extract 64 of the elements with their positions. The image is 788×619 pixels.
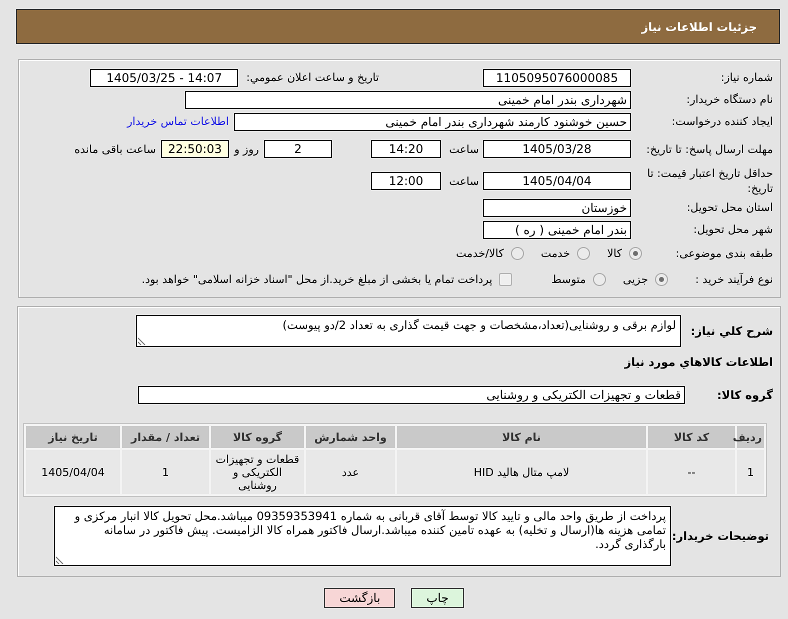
time-field[interactable]: 12:00 [371,172,441,190]
description-field[interactable]: لوازم برقی و روشنایی(تعداد،مشخصات و جهت قیمت گذاری به تعداد 2/دو پیوست) [136,315,681,347]
column-header: تاریخ نیاز [26,426,120,448]
days-label: روز و [232,142,260,156]
radio-label: متوسط [551,273,586,286]
requester-field[interactable]: حسین خوشنود کارمند شهرداری بندر امام خمینی [234,112,631,130]
radio-label: جزیی [622,273,648,286]
notes-field[interactable]: پرداخت از طریق واحد مالی و تایید کالا توسط آقای قربانی به شماره 09359353941 میباشد.محل تحویل کالا انبار مرکزی و تمامی هزینه ها(ارسال و تخلیه) به عهده تامین کننده میباشد.ارسال فاکتور همراه کالا الزامیست. پیش فاکتور در سامانه بارگذاری گردد. [54,506,671,566]
field-label: تاریخ و ساعت اعلان عمومي: [246,71,379,84]
time-label: ساعت [448,142,480,156]
checkbox[interactable] [499,273,512,286]
page-title: جزئیات اطلاعات نیاز [641,20,757,34]
field-label: گروه کالا: [716,388,773,402]
field-label: استان محل تحویل: [686,200,773,215]
days-field[interactable]: 2 [264,140,332,158]
table-cell: 1405/04/04 [26,450,120,494]
field-label: نوع فرآیند خرید : [694,272,773,287]
checkbox-label: پرداخت تمام یا بخشی از مبلغ خرید.از محل "اسناد خزانه اسلامی" خواهد بود. [142,273,492,286]
field-label: شرح کلي نیاز: [690,324,773,338]
column-header: واحد شمارش [306,426,395,448]
field-label: توضیحات خریدار: [671,529,770,543]
radio-button[interactable] [510,247,524,260]
announcement-date-field[interactable]: 1405/03/25 - 14:07 [90,68,238,86]
province-field[interactable]: خوزستان [483,198,631,216]
resize-grip-icon[interactable] [138,337,146,345]
column-header: نام کالا [397,426,646,448]
radio-button[interactable] [577,247,590,260]
radio-label: کالا/خدمت [456,247,504,260]
table-cell: قطعات و تجهیزات الکتریکی و روشنایی [211,450,304,494]
table-cell: -- [648,450,735,494]
radio-button[interactable] [655,273,668,286]
back-button[interactable]: بازگشت [324,588,396,608]
field-label: مهلت ارسال پاسخ: تا تاریخ: [645,142,773,156]
buyer-field[interactable]: شهرداری بندر امام خمینی [185,90,631,108]
radio-button[interactable] [629,247,642,260]
field-label: نام دستگاه خریدار: [685,92,773,107]
need-number-field[interactable]: 1105095076000085 [483,68,631,86]
field-label: ایجاد کننده درخواست: [670,114,773,129]
radio-button[interactable] [592,273,606,286]
column-header: کد کالا [648,426,735,448]
resize-grip-icon[interactable] [56,556,64,564]
field-label: شماره نیاز: [720,70,773,85]
print-button[interactable]: چاپ [411,588,464,608]
remaining-label: ساعت باقی مانده [74,142,156,156]
section-heading: اطلاعات کالاهاي مورد نیاز [623,355,773,369]
date-field[interactable]: 1405/04/04 [483,172,631,190]
table-cell: عدد [306,450,395,494]
field-label: حداقل تاریخ اعتبار قیمت: تا تاریخ: [646,166,773,196]
date-field[interactable]: 1405/03/28 [483,140,631,158]
column-header: تعداد / مقدار [122,426,209,448]
table-cell: لامپ متال هالید HID [397,450,646,494]
goods-group-field[interactable]: قطعات و تجهیزات الکتریکی و روشنایی [138,386,685,404]
city-field[interactable]: بندر امام خمینی ( ره ) [483,220,631,238]
radio-label: خدمت [540,247,570,260]
radio-label: کالا [607,247,622,260]
column-header: گروه کالا [211,426,304,448]
field-label: طبقه بندی موضوعی: [674,246,773,261]
remaining-time-field[interactable]: 22:50:03 [161,140,229,158]
table-cell: 1 [737,450,764,494]
table-cell: 1 [122,450,209,494]
contact-link[interactable]: اطلاعات تماس خریدار [127,115,229,128]
field-label: شهر محل تحویل: [692,222,773,237]
time-label: ساعت [448,174,480,188]
time-field[interactable]: 14:20 [371,140,441,158]
